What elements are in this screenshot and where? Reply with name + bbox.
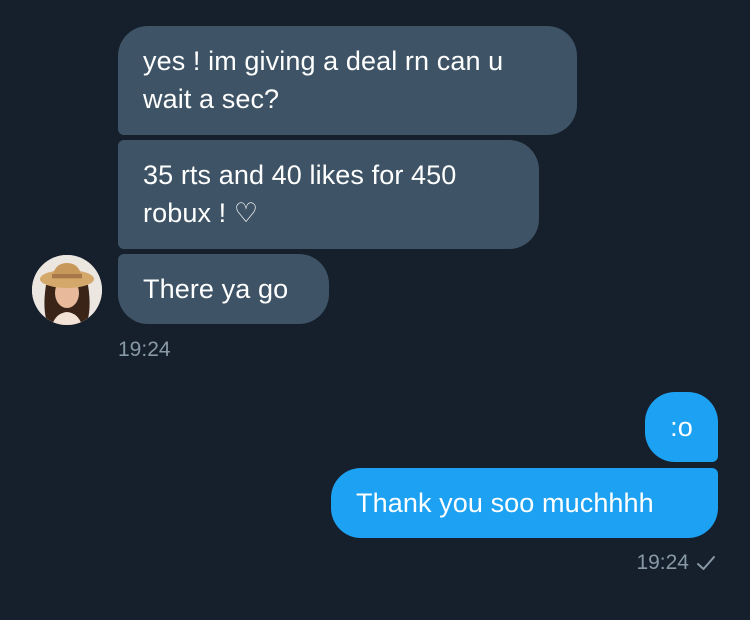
incoming-message-bubble[interactable]: 35 rts and 40 likes for 450 robux ! ♡: [118, 140, 539, 249]
avatar-photo-icon: [32, 255, 102, 325]
outgoing-message-bubble[interactable]: Thank you soo muchhhh: [331, 468, 718, 538]
incoming-timestamp: 19:24: [118, 338, 171, 361]
incoming-message-bubble[interactable]: yes ! im giving a deal rn can u wait a s…: [118, 26, 577, 135]
incoming-message-bubble[interactable]: There ya go: [118, 254, 329, 324]
outgoing-timestamp-row: 19:24: [636, 551, 717, 575]
checkmark-icon: [695, 552, 717, 574]
outgoing-message-bubble[interactable]: :o: [645, 392, 718, 462]
sender-avatar[interactable]: [32, 255, 102, 325]
outgoing-timestamp: 19:24: [636, 551, 689, 574]
